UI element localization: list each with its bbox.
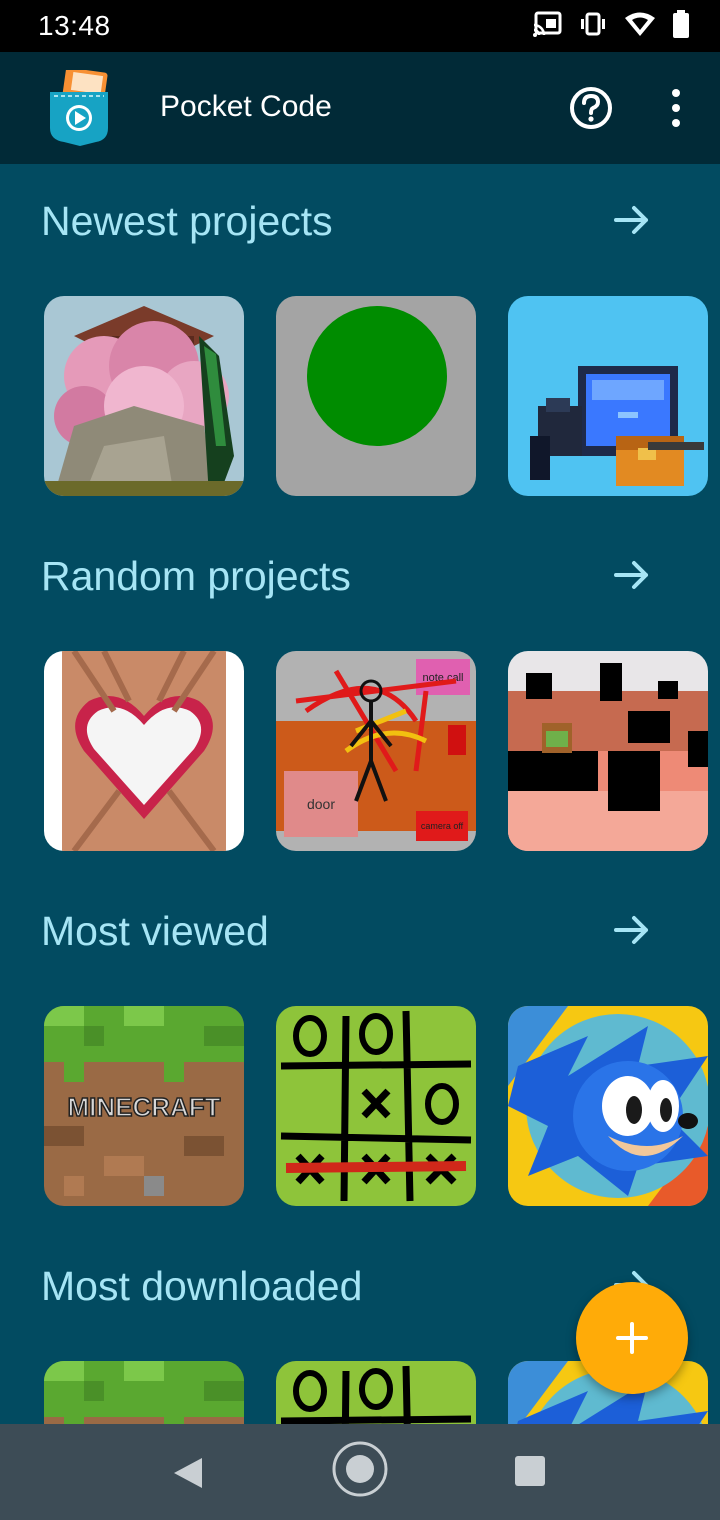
project-tile-green-circle[interactable]	[276, 296, 476, 496]
cast-icon	[533, 11, 562, 37]
project-tile-tic-tac-toe[interactable]	[276, 1006, 476, 1206]
arrow-right-icon[interactable]	[612, 910, 652, 950]
project-row	[44, 296, 708, 496]
arrow-right-icon[interactable]	[612, 200, 652, 240]
door-label: door	[307, 796, 335, 812]
wifi-icon	[625, 12, 655, 36]
project-tile-pixel-desert[interactable]	[508, 651, 708, 851]
system-nav-bar	[0, 1424, 720, 1520]
project-tile-cherry-blossom[interactable]	[44, 296, 244, 496]
recents-icon[interactable]	[514, 1455, 546, 1487]
section-title: Random projects	[41, 553, 351, 599]
project-tile-minecraft[interactable]	[44, 1361, 244, 1424]
project-row: MINECRAFT	[44, 1006, 708, 1206]
status-bar: 13:48	[0, 0, 720, 52]
project-tile-tic-tac-toe[interactable]	[276, 1361, 476, 1424]
app-title: Pocket Code	[160, 90, 332, 123]
status-icons	[532, 10, 690, 38]
back-icon[interactable]	[172, 1456, 204, 1490]
plus-icon	[616, 1322, 648, 1354]
project-tile-sonic[interactable]	[508, 1006, 708, 1206]
project-feed[interactable]: Newest projects Random projects note cal…	[0, 164, 720, 1424]
project-tile-pixel-jar[interactable]	[508, 296, 708, 496]
section-title: Most downloaded	[41, 1263, 363, 1309]
home-icon[interactable]	[331, 1440, 389, 1498]
arrow-right-icon[interactable]	[612, 555, 652, 595]
app-bar: Pocket Code	[0, 52, 720, 164]
vibrate-icon	[581, 12, 605, 36]
section-title: Newest projects	[41, 198, 333, 244]
more-options-icon[interactable]	[660, 86, 692, 130]
project-tile-heart[interactable]	[44, 651, 244, 851]
pocket-code-logo-icon	[50, 70, 108, 146]
camera-off-label: camera off	[421, 821, 464, 831]
project-tile-minecraft[interactable]: MINECRAFT	[44, 1006, 244, 1206]
battery-icon	[673, 10, 689, 38]
status-time: 13:48	[38, 10, 111, 41]
project-row: note call door camera off	[44, 651, 708, 851]
project-tile-stick-figure[interactable]: note call door camera off	[276, 651, 476, 851]
add-project-button[interactable]	[576, 1282, 688, 1394]
minecraft-title: MINECRAFT	[67, 1092, 220, 1122]
section-title: Most viewed	[41, 908, 269, 954]
help-icon[interactable]	[569, 86, 613, 130]
